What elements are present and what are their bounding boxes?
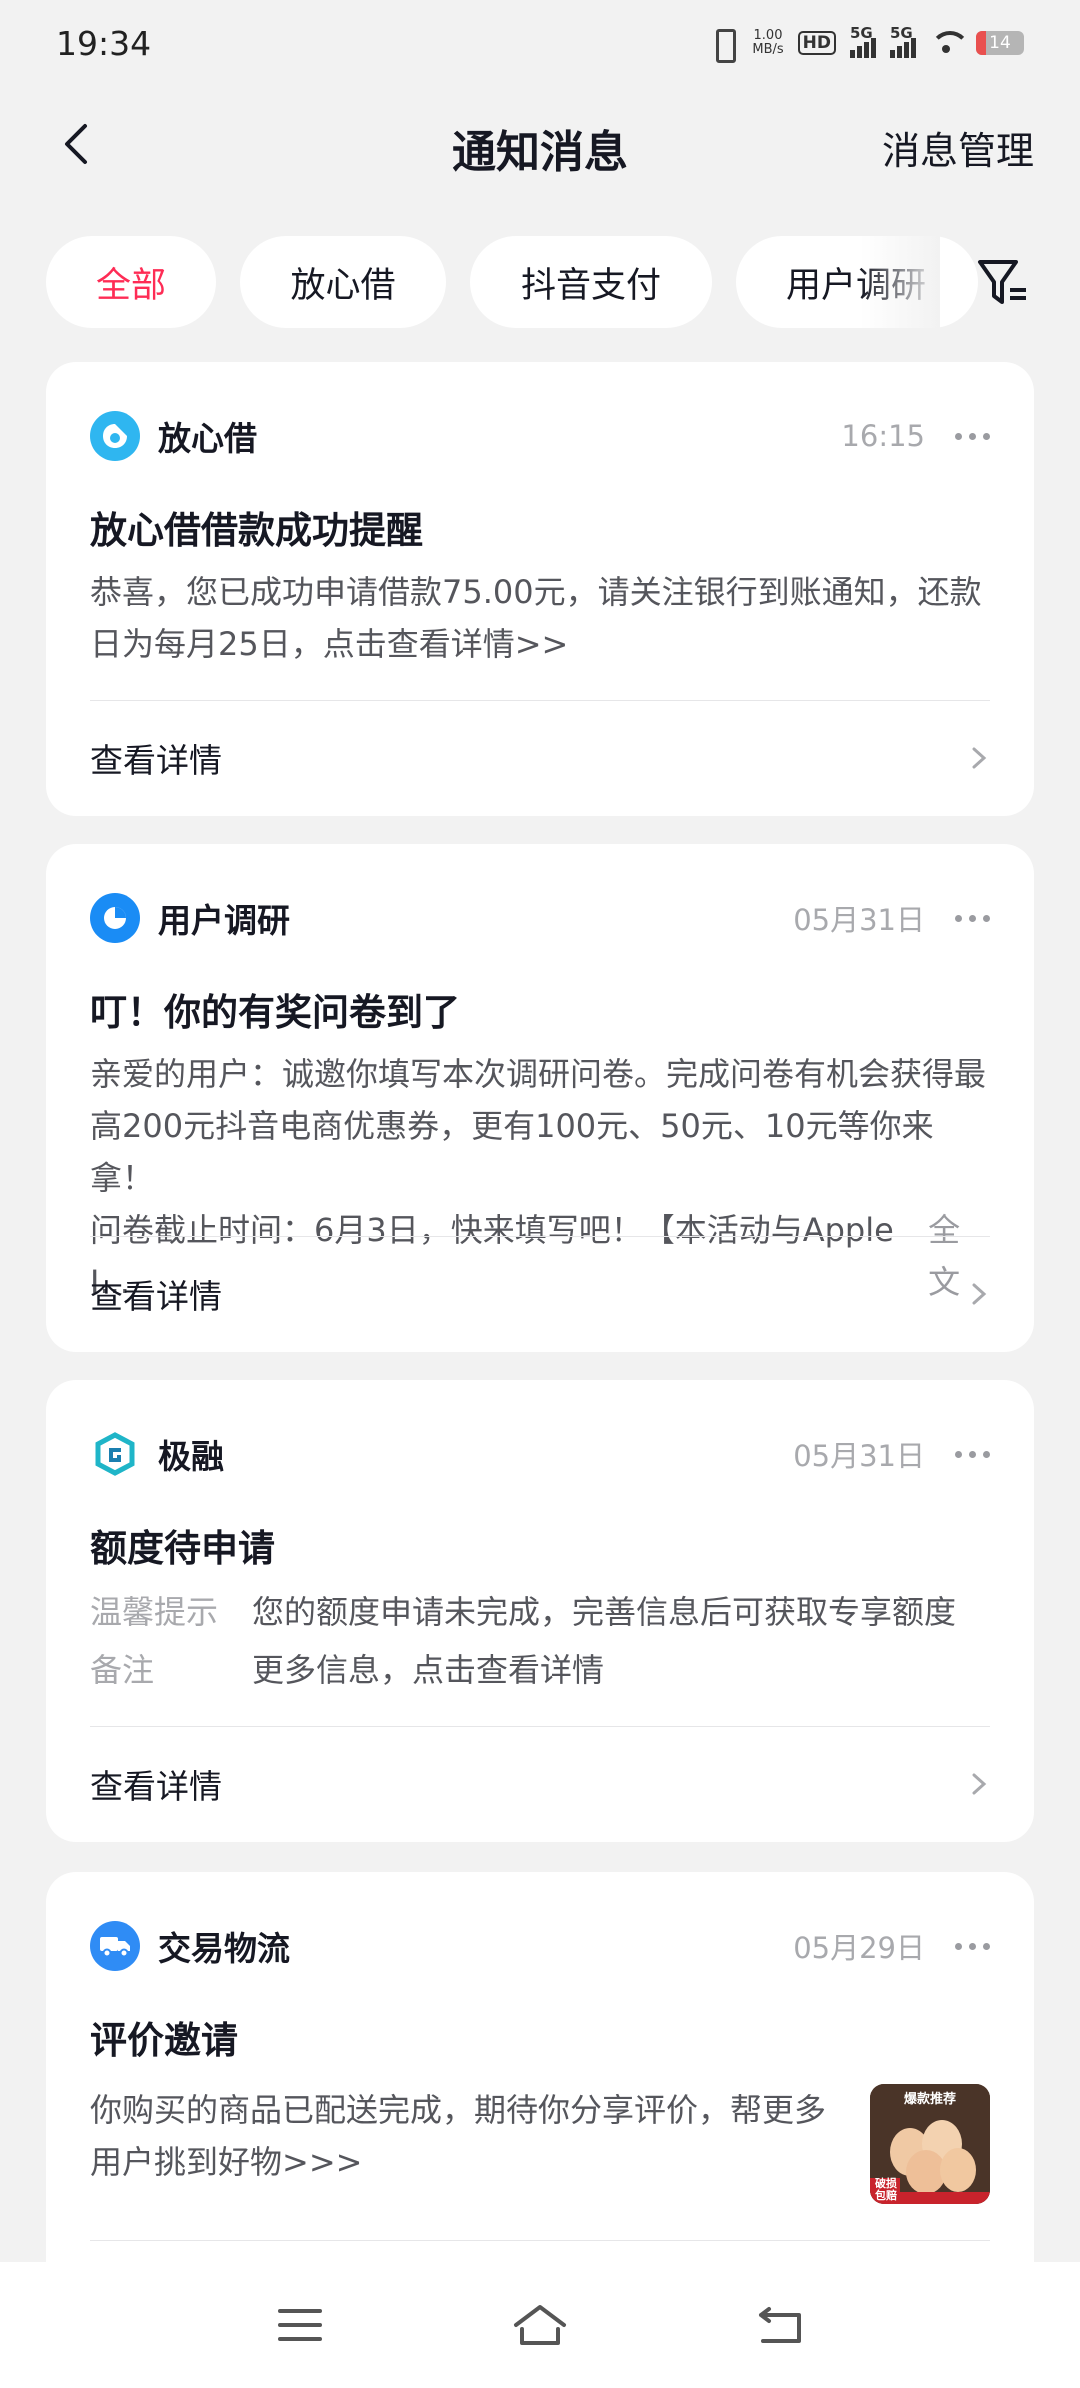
signal-label-1: 5G: [850, 24, 873, 42]
message-management-button[interactable]: 消息管理: [882, 120, 1034, 175]
card-title: 放心借借款成功提醒: [90, 509, 423, 552]
info-row: 备注 更多信息，点击查看详情: [90, 1644, 990, 1696]
tab-fangxinjie[interactable]: 放心借: [240, 236, 446, 328]
network-speed-value: 1.00: [753, 28, 783, 43]
card-title: 评价邀请: [90, 2019, 238, 2062]
system-navigation-bar: [0, 2262, 1080, 2388]
more-dots-icon[interactable]: [955, 1942, 990, 1950]
view-details-label: 查看详情: [90, 1767, 222, 1806]
status-time: 19:34: [56, 23, 152, 63]
divider: [90, 1236, 990, 1237]
card-time: 05月31日: [793, 903, 925, 937]
source-name: 极融: [158, 1437, 224, 1476]
notification-card-user-research[interactable]: 用户调研 05月31日 叮！你的有奖问卷到了 亲爱的用户：诚邀你填写本次调研问卷…: [46, 844, 1034, 1352]
wifi-icon: [930, 31, 970, 55]
view-details-label: 查看详情: [90, 1277, 222, 1316]
card-time: 16:15: [841, 419, 925, 453]
info-value: 更多信息，点击查看详情: [252, 1651, 605, 1689]
jirong-icon: [90, 1429, 140, 1479]
divider: [90, 2240, 990, 2241]
filter-button[interactable]: [976, 252, 1032, 312]
info-value: 您的额度申请未完成，完善信息后可获取专享额度: [252, 1593, 957, 1631]
status-icons: 1.00 MB/s HD 5G 5G 14: [708, 24, 1024, 63]
divider: [90, 700, 990, 701]
hd-icon: HD: [797, 31, 836, 55]
view-details-label: 查看详情: [90, 741, 222, 780]
truck-icon: [90, 1921, 140, 1971]
info-row: 温馨提示 您的额度申请未完成，完善信息后可获取专享额度: [90, 1586, 990, 1638]
status-bar: 19:34 1.00 MB/s HD 5G 5G 14: [0, 0, 1080, 86]
product-thumbnail[interactable]: 爆款推荐 破损包赔: [870, 2084, 990, 2204]
back-nav-button[interactable]: [740, 2292, 820, 2358]
chevron-right-icon: [972, 747, 987, 769]
card-body-line: 恭喜，您已成功申请借款75.00元，请关注银行到账通知，还款: [90, 573, 982, 611]
card-body-line: 亲爱的用户：诚邀你填写本次调研问卷。完成问卷有机会获得最: [90, 1055, 987, 1093]
card-header: 用户调研 05月31日: [90, 892, 990, 944]
back-icon: [759, 2307, 801, 2343]
view-details-row[interactable]: 查看详情: [90, 1264, 990, 1324]
card-body-line: 高200元抖音电商优惠券，更有100元、50元、10元等你来拿！: [90, 1107, 934, 1197]
notification-card-fangxinjie[interactable]: 放心借 16:15 放心借借款成功提醒 恭喜，您已成功申请借款75.00元，请关…: [46, 362, 1034, 816]
card-body: 恭喜，您已成功申请借款75.00元，请关注银行到账通知，还款 日为每月25日，点…: [90, 566, 990, 670]
card-body: 你购买的商品已配送完成，期待你分享评价，帮更多 用户挑到好物>>>: [90, 2084, 844, 2188]
info-key: 温馨提示: [90, 1593, 219, 1631]
home-button[interactable]: [500, 2292, 580, 2358]
card-body-line: 用户挑到好物>>>: [90, 2143, 363, 2181]
card-header: 放心借 16:15: [90, 410, 990, 462]
more-dots-icon[interactable]: [955, 432, 990, 440]
thumbnail-text-bottom: 破损包赔: [875, 2177, 897, 2202]
network-speed: 1.00 MB/s: [752, 29, 783, 57]
home-icon: [514, 2305, 566, 2345]
card-time: 05月29日: [793, 1931, 925, 1965]
source-name: 放心借: [158, 419, 257, 458]
more-dots-icon[interactable]: [955, 914, 990, 922]
fangxinjie-icon: [90, 411, 140, 461]
tab-all[interactable]: 全部: [46, 236, 216, 328]
battery-icon: 14: [976, 31, 1024, 55]
menu-icon: [278, 2309, 322, 2341]
notification-card-logistics[interactable]: 交易物流 05月29日 评价邀请 你购买的商品已配送完成，期待你分享评价，帮更多…: [46, 1872, 1034, 2292]
source-name: 用户调研: [158, 901, 290, 940]
view-details-row[interactable]: 查看详情: [90, 1754, 990, 1814]
tab-douyin-pay[interactable]: 抖音支付: [470, 236, 712, 328]
view-details-row[interactable]: 查看详情: [90, 728, 990, 788]
source-name: 交易物流: [158, 1929, 290, 1968]
signal-label-2: 5G: [890, 24, 913, 42]
card-title: 叮！你的有奖问卷到了: [90, 991, 460, 1034]
signal-icon-2: 5G: [890, 24, 916, 58]
divider: [90, 1726, 990, 1727]
more-dots-icon[interactable]: [955, 1450, 990, 1458]
info-key: 备注: [90, 1651, 155, 1689]
card-header: 交易物流 05月29日: [90, 1920, 990, 1972]
tabs-fade: [860, 230, 940, 330]
chevron-right-icon: [972, 1773, 987, 1795]
menu-button[interactable]: [260, 2292, 340, 2358]
vibrate-icon: [708, 25, 738, 63]
research-icon: [90, 893, 140, 943]
card-header: 极融 05月31日: [90, 1428, 990, 1480]
card-time: 05月31日: [793, 1439, 925, 1473]
network-speed-unit: MB/s: [752, 42, 784, 57]
filter-icon: [978, 260, 1026, 304]
notification-card-jirong[interactable]: 极融 05月31日 额度待申请 温馨提示 您的额度申请未完成，完善信息后可获取专…: [46, 1380, 1034, 1842]
battery-level: 14: [989, 33, 1011, 53]
thumbnail-text-top: 爆款推荐: [903, 2092, 956, 2107]
chevron-right-icon: [972, 1283, 987, 1305]
header: 通知消息 消息管理: [0, 100, 1080, 188]
card-body-line: 日为每月25日，点击查看详情>>: [90, 625, 569, 663]
tab-user-research[interactable]: 用户调研: [736, 236, 978, 328]
card-title: 额度待申请: [90, 1527, 275, 1570]
card-body-line: 你购买的商品已配送完成，期待你分享评价，帮更多: [90, 2091, 827, 2129]
signal-icon-1: 5G: [850, 24, 876, 58]
